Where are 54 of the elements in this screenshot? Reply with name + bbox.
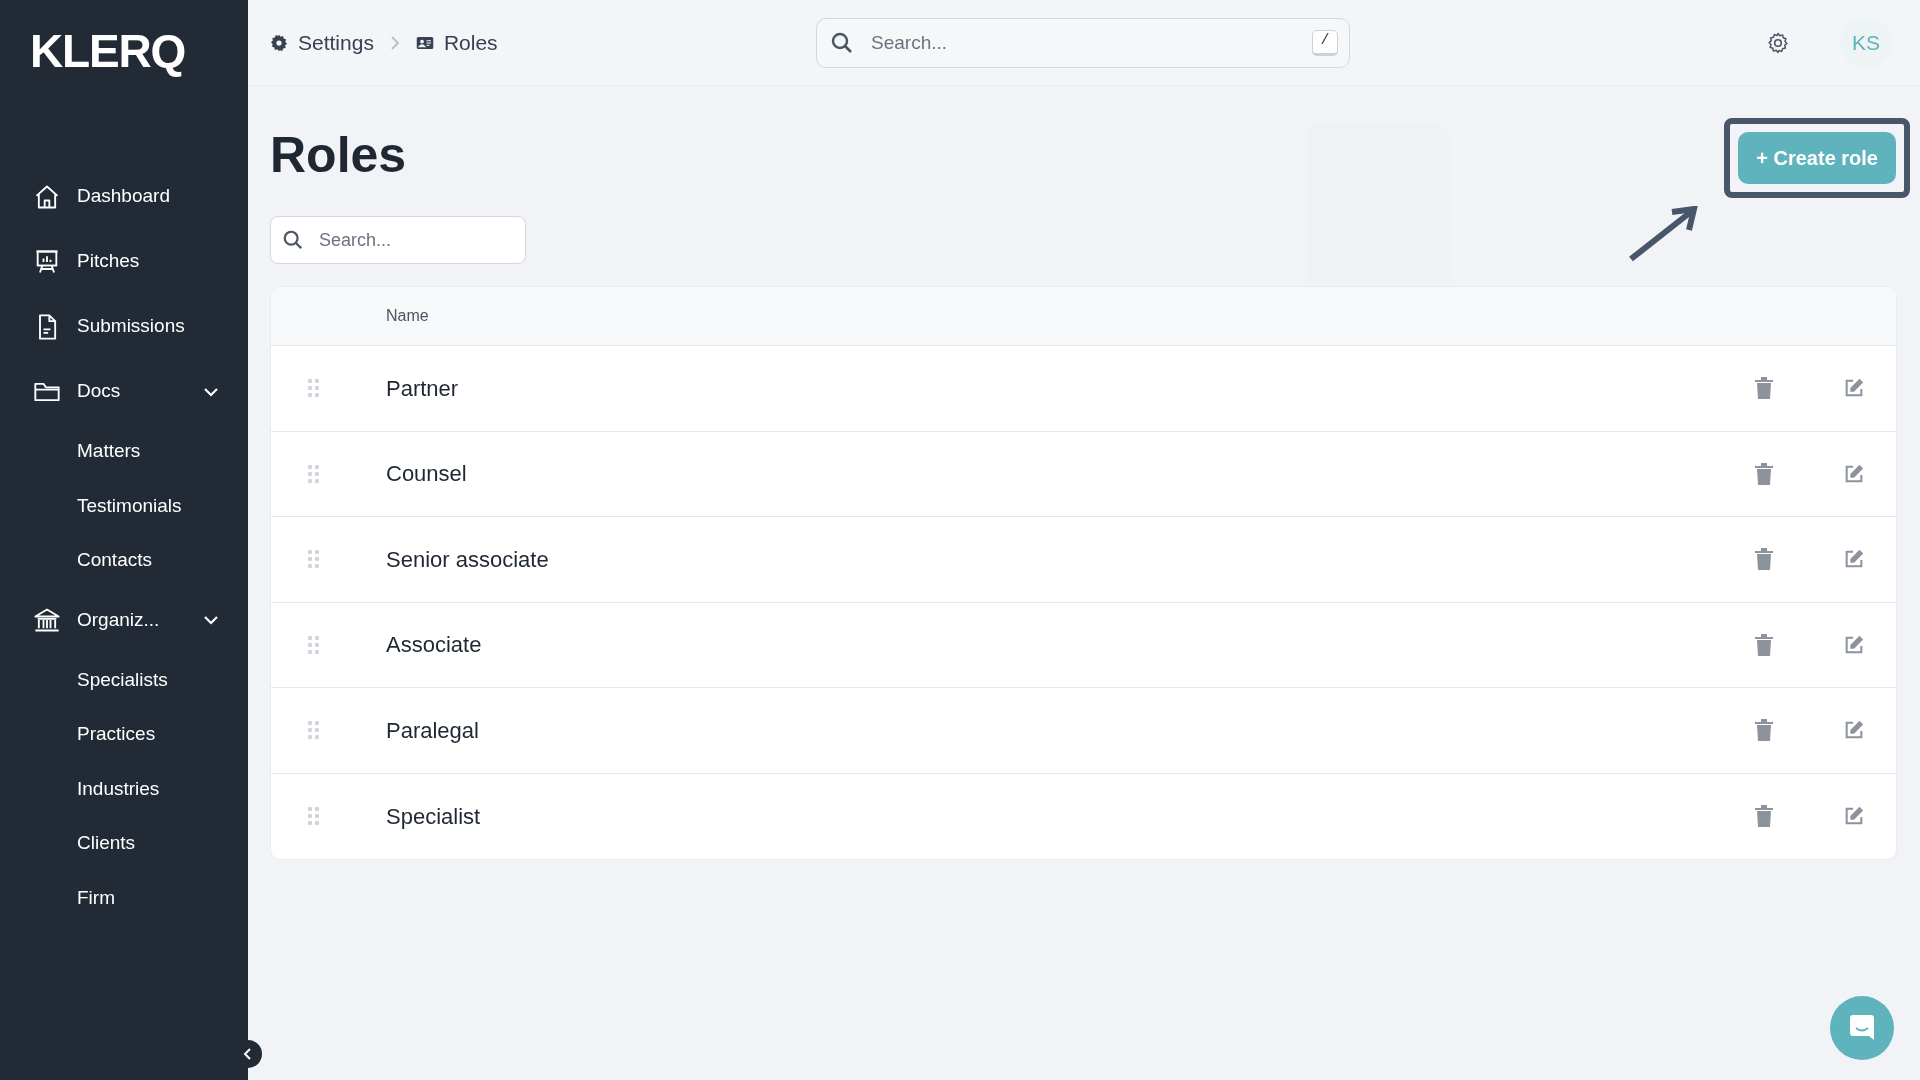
gear-icon — [270, 33, 288, 52]
trash-icon — [1754, 547, 1774, 572]
trash-icon — [1754, 632, 1774, 657]
bank-building-icon — [33, 606, 61, 634]
drag-handle-icon[interactable] — [307, 463, 321, 484]
drag-handle-icon[interactable] — [307, 720, 321, 741]
sidebar-item[interactable]: Dashboard — [77, 182, 220, 211]
drag-handle-icon[interactable] — [307, 549, 321, 570]
sidebar-subitem[interactable]: Industries — [77, 774, 160, 803]
role-name: Paralegal — [386, 716, 480, 745]
trash-icon — [1754, 461, 1774, 486]
delete-button[interactable] — [1752, 460, 1776, 487]
delete-button[interactable] — [1752, 546, 1776, 573]
column-header: Name — [386, 306, 429, 326]
page-title: Roles — [270, 130, 407, 180]
chat-icon — [1847, 1013, 1877, 1043]
arrow — [1628, 206, 1698, 262]
role-name: Specialist — [386, 802, 482, 831]
role-name: Senior associate — [386, 545, 550, 574]
sidebar-item[interactable]: Pitches — [77, 247, 220, 276]
breadcrumb-link[interactable]: Settings — [298, 26, 374, 59]
drag-handle-icon[interactable] — [307, 634, 321, 655]
role-name: Counsel — [386, 460, 468, 489]
sidebar-subitem[interactable]: Clients — [77, 829, 136, 858]
delete-button[interactable] — [1752, 803, 1776, 830]
drag-handle-icon[interactable] — [307, 806, 321, 827]
drag-handle-icon[interactable] — [307, 378, 321, 399]
roles-search-field[interactable]: Search... — [270, 216, 526, 264]
edit-icon — [1843, 462, 1865, 485]
edit-icon — [1843, 633, 1865, 656]
sidebar-subitem[interactable]: Practices — [77, 720, 156, 749]
delete-button[interactable] — [1752, 375, 1776, 402]
breadcrumb-link[interactable]: Roles — [443, 26, 498, 59]
delete-button[interactable] — [1752, 717, 1776, 744]
role-name: Partner — [386, 374, 460, 403]
trash-icon — [1754, 718, 1774, 743]
search-icon — [830, 30, 854, 55]
trash-icon — [1754, 804, 1774, 829]
role-name: Associate — [386, 631, 483, 660]
chevron-left-icon — [242, 1048, 254, 1060]
settings-icon[interactable] — [1766, 30, 1790, 55]
sidebar-item[interactable]: Submissions — [77, 312, 220, 341]
sidebar-subitem[interactable]: Contacts — [77, 546, 152, 575]
sidebar-subitem[interactable]: Specialists — [77, 665, 168, 694]
shortcut-key: / — [1312, 29, 1338, 56]
sidebar-subitem[interactable]: Testimonials — [77, 491, 182, 520]
search-icon — [282, 229, 304, 251]
delete-button[interactable] — [1752, 631, 1776, 658]
sidebar-item[interactable]: Organiz... — [77, 605, 186, 635]
chevron-right-icon — [389, 35, 400, 50]
sidebar-item[interactable]: Docs — [77, 377, 186, 406]
sidebar-subitem[interactable]: Firm — [77, 883, 115, 912]
sidebar-subitem[interactable]: Matters — [77, 437, 141, 466]
trash-icon — [1754, 376, 1774, 401]
